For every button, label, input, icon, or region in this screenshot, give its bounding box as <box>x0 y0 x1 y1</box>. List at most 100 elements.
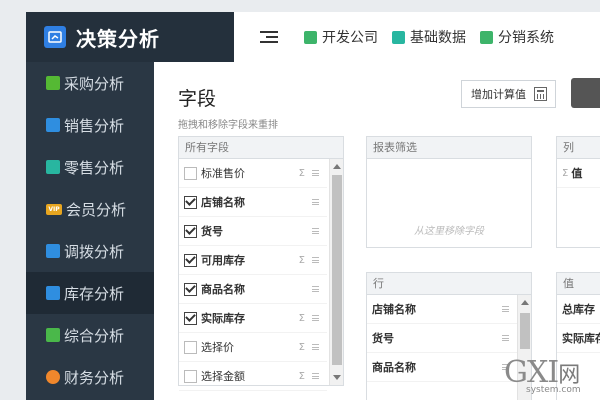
scroll-down-icon[interactable] <box>333 375 341 380</box>
tab-label: 基础数据 <box>410 30 466 46</box>
overview-icon <box>46 328 60 342</box>
sigma-icon: Σ <box>298 312 305 324</box>
sigma-icon: Σ <box>298 341 305 353</box>
sigma-icon: Σ <box>298 254 305 266</box>
sidebar: 采购分析 销售分析 零售分析 VIP 会员分析 调拨分析 库存分析 综合分析 财 <box>26 12 154 400</box>
drag-handle-icon[interactable] <box>312 344 319 350</box>
field-checkbox[interactable] <box>184 369 197 383</box>
sidebar-item-label: 财务分析 <box>64 368 125 387</box>
logo-bar: 决策分析 <box>26 12 234 62</box>
sidebar-item-member[interactable]: VIP 会员分析 <box>26 188 154 230</box>
field-row[interactable]: 可用库存 Σ <box>179 246 327 275</box>
tab-distribution[interactable]: 分销系统 <box>480 27 554 47</box>
report-filter-panel[interactable]: 报表筛选 从这里移除字段 <box>366 136 532 248</box>
drag-handle-icon[interactable] <box>312 170 319 176</box>
sidebar-item-label: 调拨分析 <box>64 242 125 261</box>
row-field[interactable]: 店铺名称 <box>367 295 517 324</box>
sidebar-item-sales[interactable]: 销售分析 <box>26 104 154 146</box>
scroll-up-icon[interactable] <box>333 164 341 169</box>
drop-hint: 从这里移除字段 <box>414 226 484 237</box>
report-filter-header: 报表筛选 <box>367 137 531 159</box>
sidebar-item-purchase[interactable]: 采购分析 <box>26 62 154 104</box>
action-button[interactable] <box>571 78 600 108</box>
sidebar-item-overview[interactable]: 综合分析 <box>26 314 154 356</box>
page-title: 字段 <box>178 88 217 110</box>
values-header: 值 <box>557 273 600 295</box>
tab-label: 开发公司 <box>322 30 378 46</box>
sidebar-nav: 采购分析 销售分析 零售分析 VIP 会员分析 调拨分析 库存分析 综合分析 财 <box>26 62 154 398</box>
watermark: GXI网 system.com <box>500 355 600 400</box>
column-field[interactable]: Σ值 <box>557 159 600 188</box>
field-checkbox[interactable] <box>184 166 197 180</box>
page-subtitle: 拖拽和移除字段来重排 <box>178 120 278 131</box>
sidebar-item-transfer[interactable]: 调拨分析 <box>26 230 154 272</box>
field-label: 标准售价 <box>201 167 245 180</box>
watermark-domain: system.com <box>526 385 581 395</box>
value-field[interactable]: 实际库存 <box>557 324 600 353</box>
drag-handle-icon[interactable] <box>312 257 319 263</box>
field-label: 选择金额 <box>201 370 245 383</box>
all-fields-scrollbar[interactable] <box>329 159 343 385</box>
field-row[interactable]: 店铺名称 <box>179 188 327 217</box>
field-row[interactable]: 货号 <box>179 217 327 246</box>
sidebar-item-retail[interactable]: 零售分析 <box>26 146 154 188</box>
field-checkbox[interactable] <box>184 224 197 238</box>
add-calculated-value-button[interactable]: 增加计算值 <box>461 80 556 108</box>
sidebar-item-label: 采购分析 <box>64 74 125 93</box>
tab-dev-company[interactable]: 开发公司 <box>304 27 378 47</box>
main-content: 字段 拖拽和移除字段来重排 增加计算值 所有字段 标准售价 Σ 店铺名称 货号 可… <box>154 62 600 400</box>
all-fields-panel: 所有字段 标准售价 Σ 店铺名称 货号 可用库存 Σ 商品名称 实际库存 Σ 选择价 Σ… <box>178 136 344 391</box>
drag-handle-icon[interactable] <box>312 199 319 205</box>
field-row[interactable]: 选择金额 Σ <box>179 362 327 391</box>
field-checkbox[interactable] <box>184 195 197 209</box>
sidebar-item-label: 零售分析 <box>64 158 125 177</box>
field-label: 店铺名称 <box>201 196 245 209</box>
vip-icon: VIP <box>46 203 62 215</box>
top-bar: 开发公司 基础数据 分销系统 <box>234 12 600 62</box>
field-label: 店铺名称 <box>372 303 416 316</box>
drag-handle-icon[interactable] <box>502 335 509 341</box>
scroll-thumb[interactable] <box>520 313 530 349</box>
sidebar-item-label: 库存分析 <box>64 284 125 303</box>
field-label: 实际库存 <box>562 332 600 345</box>
drag-handle-icon[interactable] <box>312 315 319 321</box>
scroll-thumb[interactable] <box>332 175 342 365</box>
distribution-icon <box>480 30 493 44</box>
field-checkbox[interactable] <box>184 340 197 354</box>
field-checkbox[interactable] <box>184 253 197 267</box>
columns-panel[interactable]: 列 Σ值 <box>556 136 600 248</box>
row-field[interactable]: 货号 <box>367 324 517 353</box>
value-field[interactable]: 总库存 <box>557 295 600 324</box>
field-label: 商品名称 <box>201 283 245 296</box>
field-checkbox[interactable] <box>184 282 197 296</box>
field-row[interactable]: 商品名称 <box>179 275 327 304</box>
company-icon <box>304 30 317 44</box>
row-field[interactable]: 商品名称 <box>367 353 517 382</box>
drag-handle-icon[interactable] <box>502 306 509 312</box>
field-row[interactable]: 实际库存 Σ <box>179 304 327 333</box>
finance-icon <box>46 370 60 384</box>
app-title: 决策分析 <box>76 26 160 51</box>
sidebar-item-finance[interactable]: 财务分析 <box>26 356 154 398</box>
scroll-up-icon[interactable] <box>521 300 529 305</box>
sidebar-item-label: 综合分析 <box>64 326 125 345</box>
tab-basic-data[interactable]: 基础数据 <box>392 27 466 47</box>
field-row[interactable]: 选择价 Σ <box>179 333 327 362</box>
drag-handle-icon[interactable] <box>312 373 319 379</box>
columns-header: 列 <box>557 137 600 159</box>
calc-button-label: 增加计算值 <box>471 88 526 101</box>
drag-handle-icon[interactable] <box>312 228 319 234</box>
sidebar-item-label: 销售分析 <box>64 116 125 135</box>
sigma-icon: Σ <box>562 167 569 179</box>
sidebar-item-inventory[interactable]: 库存分析 <box>26 272 154 314</box>
field-checkbox[interactable] <box>184 311 197 325</box>
sigma-icon: Σ <box>298 370 305 382</box>
drag-handle-icon[interactable] <box>312 286 319 292</box>
sigma-icon: Σ <box>298 167 305 179</box>
menu-icon[interactable] <box>260 28 278 46</box>
field-label: 可用库存 <box>201 254 245 267</box>
field-row[interactable]: 标准售价 Σ <box>179 159 327 188</box>
field-label: 货号 <box>201 225 223 238</box>
sidebar-item-label: 会员分析 <box>66 200 127 219</box>
purchase-icon <box>46 76 60 90</box>
